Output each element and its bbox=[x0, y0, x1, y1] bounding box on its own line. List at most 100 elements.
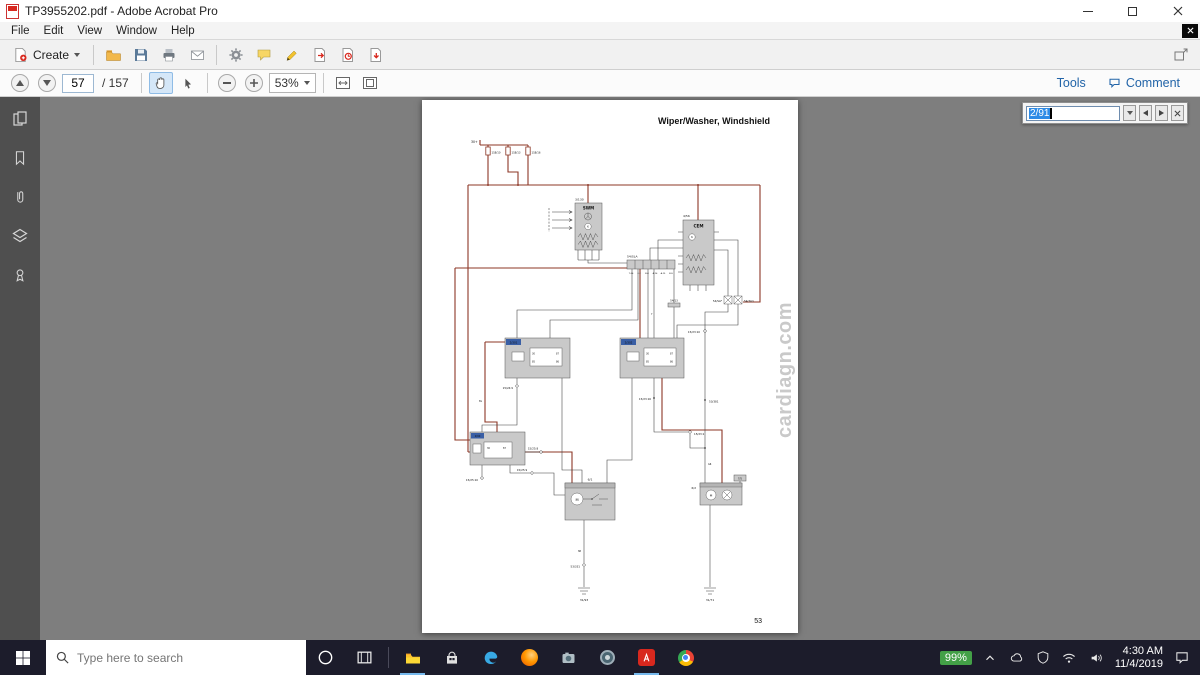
wire-label: 53/331 bbox=[571, 565, 581, 569]
red-wires bbox=[455, 140, 760, 483]
settings-button[interactable] bbox=[223, 43, 249, 67]
download-pdf-icon bbox=[368, 47, 384, 63]
select-tool-button[interactable] bbox=[176, 72, 200, 94]
taskbar-search[interactable] bbox=[46, 640, 306, 675]
edge-button[interactable] bbox=[471, 640, 510, 675]
zoom-in-button[interactable] bbox=[242, 72, 266, 94]
time-label: 4:30 AM bbox=[1115, 645, 1163, 658]
wire-label: 15/25:8 bbox=[528, 447, 539, 451]
circular-app-button[interactable] bbox=[588, 640, 627, 675]
save-button[interactable] bbox=[128, 43, 154, 67]
fit-width-button[interactable] bbox=[331, 72, 355, 94]
comment-bubble-icon bbox=[1108, 77, 1121, 89]
previous-page-button[interactable] bbox=[8, 72, 32, 94]
page-thumbnails-button[interactable] bbox=[7, 107, 33, 131]
comment-tool-button[interactable] bbox=[251, 43, 277, 67]
microsoft-store-button[interactable] bbox=[432, 640, 471, 675]
taskbar-clock[interactable]: 4:30 AM 11/4/2019 bbox=[1115, 645, 1163, 671]
pdf-page[interactable]: 30+ 11B/10 11B/13 11B/16 3/130 SWM 4/56 … bbox=[422, 100, 798, 633]
fit-page-button[interactable] bbox=[358, 72, 382, 94]
motor-symbol-label: M bbox=[575, 498, 578, 502]
menu-file[interactable]: File bbox=[4, 25, 37, 37]
share-button[interactable] bbox=[1168, 43, 1194, 67]
save-as-other-button[interactable] bbox=[363, 43, 389, 67]
task-view-button[interactable] bbox=[345, 640, 384, 675]
minimize-button[interactable] bbox=[1065, 0, 1110, 22]
chrome-icon bbox=[678, 650, 694, 666]
maximize-icon bbox=[1128, 7, 1137, 16]
zoom-level-dropdown[interactable]: 53% bbox=[269, 73, 316, 93]
page-nav-input[interactable]: 2/91 bbox=[1026, 106, 1120, 121]
zoom-level-value: 53% bbox=[275, 76, 299, 90]
layers-button[interactable] bbox=[7, 224, 33, 248]
camera-app-button[interactable] bbox=[549, 640, 588, 675]
menu-bar: File Edit View Window Help bbox=[0, 22, 1200, 40]
firefox-icon bbox=[521, 649, 538, 666]
print-button[interactable] bbox=[156, 43, 182, 67]
signatures-button[interactable] bbox=[7, 263, 33, 287]
maximize-button[interactable] bbox=[1110, 0, 1155, 22]
volume-icon[interactable] bbox=[1088, 651, 1104, 665]
security-shield-icon[interactable] bbox=[1036, 650, 1050, 665]
email-button[interactable] bbox=[184, 43, 210, 67]
menubar-close-button[interactable] bbox=[1182, 24, 1198, 38]
wire-label: 15/25:10 bbox=[466, 478, 478, 482]
acrobat-icon bbox=[638, 649, 655, 666]
windows-taskbar: 99% 4:30 AM 11/4/2019 bbox=[0, 640, 1200, 675]
cortana-button[interactable] bbox=[306, 640, 345, 675]
battery-status-badge[interactable]: 99% bbox=[940, 651, 972, 665]
menu-view[interactable]: View bbox=[70, 25, 109, 37]
attachments-button[interactable] bbox=[7, 185, 33, 209]
close-button[interactable] bbox=[1155, 0, 1200, 22]
document-canvas[interactable]: 30+ 11B/10 11B/13 11B/16 3/130 SWM 4/56 … bbox=[40, 97, 1200, 640]
close-icon bbox=[1187, 27, 1194, 34]
connector-label: 54/SLA bbox=[627, 255, 638, 259]
cem-label: CEM bbox=[693, 224, 703, 229]
pin-label: 2:2 bbox=[637, 273, 641, 275]
separator bbox=[93, 45, 94, 65]
minus-icon bbox=[223, 82, 231, 84]
tools-panel-button[interactable]: Tools bbox=[1057, 76, 1086, 90]
create-from-file-button[interactable] bbox=[335, 43, 361, 67]
chevron-down-icon bbox=[74, 53, 80, 57]
wifi-icon[interactable] bbox=[1061, 651, 1077, 664]
start-button[interactable] bbox=[0, 640, 46, 675]
hand-tool-button[interactable] bbox=[149, 72, 173, 94]
comment-label: Comment bbox=[1126, 76, 1180, 90]
menu-window[interactable]: Window bbox=[109, 25, 164, 37]
page-nav-close-button[interactable] bbox=[1171, 105, 1184, 121]
fuse-label: 11B/13 bbox=[512, 151, 521, 155]
highlight-button[interactable] bbox=[279, 43, 305, 67]
search-input[interactable] bbox=[77, 651, 297, 665]
minimize-icon bbox=[1083, 11, 1093, 12]
comment-bubble-icon bbox=[256, 47, 272, 63]
create-pdf-icon bbox=[13, 47, 28, 63]
next-page-button[interactable] bbox=[35, 72, 59, 94]
comment-panel-button[interactable]: Comment bbox=[1108, 76, 1180, 90]
open-button[interactable] bbox=[100, 43, 126, 67]
component-label: 6/2 bbox=[691, 486, 696, 490]
export-pdf-button[interactable] bbox=[307, 43, 333, 67]
component-boxes bbox=[470, 203, 746, 520]
menu-edit[interactable]: Edit bbox=[37, 25, 71, 37]
chrome-button[interactable] bbox=[666, 640, 705, 675]
menu-help[interactable]: Help bbox=[164, 25, 202, 37]
edge-icon bbox=[482, 649, 500, 667]
tools-label: Tools bbox=[1057, 76, 1086, 90]
onedrive-cloud-icon[interactable] bbox=[1008, 651, 1025, 665]
relay-id-label: 2/301 bbox=[510, 341, 518, 345]
page-nav-dropdown-button[interactable] bbox=[1123, 105, 1136, 121]
page-nav-prev-button[interactable] bbox=[1139, 105, 1152, 121]
file-explorer-button[interactable] bbox=[393, 640, 432, 675]
acrobat-button[interactable] bbox=[627, 640, 666, 675]
diagram-title: Wiper/Washer, Windshield bbox=[658, 116, 770, 126]
hidden-icons-chevron[interactable] bbox=[983, 651, 997, 665]
zoom-out-button[interactable] bbox=[215, 72, 239, 94]
bookmarks-button[interactable] bbox=[7, 146, 33, 170]
page-number-input[interactable] bbox=[62, 74, 94, 93]
action-center-icon[interactable] bbox=[1174, 650, 1190, 665]
create-button[interactable]: Create bbox=[6, 43, 87, 67]
pdf-file-icon bbox=[6, 4, 19, 19]
firefox-button[interactable] bbox=[510, 640, 549, 675]
page-nav-next-button[interactable] bbox=[1155, 105, 1168, 121]
